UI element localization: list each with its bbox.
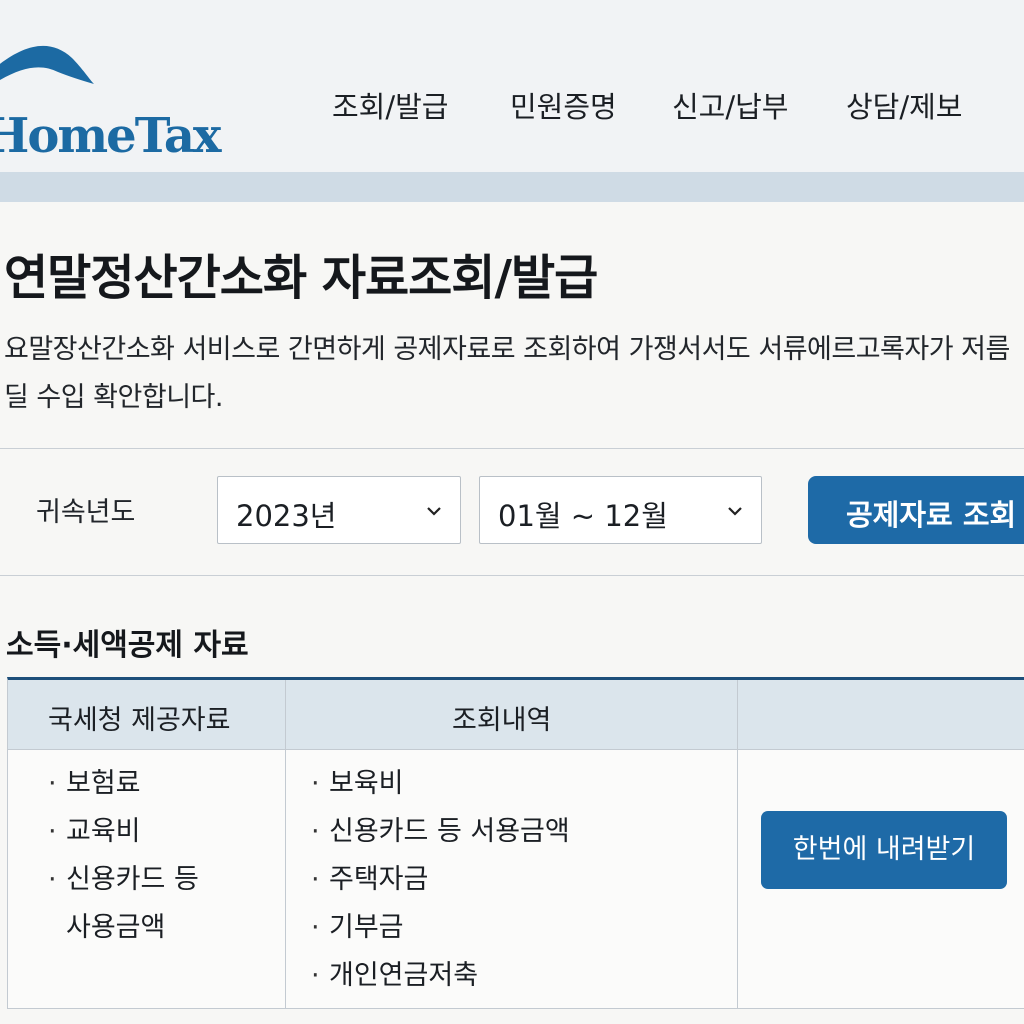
list-item: · 신용카드 등 서용금액 — [311, 816, 570, 847]
section-title: 소득·세액공제 자료 — [6, 628, 249, 663]
table-header-row: 국세청 제공자료 조회내역 — [8, 680, 1024, 750]
divider — [0, 575, 1024, 576]
search-deduction-button[interactable]: 공제자료 조회 — [808, 476, 1024, 544]
column-header-history: 조회내역 — [452, 705, 552, 736]
page-title: 연말정산간소화 자료조회/발급 — [4, 250, 598, 306]
year-select-value: 2023년 — [236, 499, 337, 533]
divider — [0, 448, 1024, 449]
header-divider-band — [0, 172, 1024, 202]
list-item: · 기부금 — [311, 912, 404, 943]
nav-item-inquiry[interactable]: 조회/발급 — [332, 84, 449, 126]
list-item: 사용금액 — [66, 912, 166, 943]
year-select[interactable]: 2023년 — [217, 476, 461, 544]
provided-list: · 보험료 · 교육비 · 신용카드 등 사용금액 — [48, 760, 199, 952]
column-divider — [285, 680, 286, 1008]
nav-item-certificates[interactable]: 민원증명 — [510, 84, 617, 126]
site-header: HomeTax 조회/발급 민원증명 신고/납부 상담/제보 — [0, 0, 1024, 172]
period-select-value: 01월 ~ 12월 — [498, 499, 668, 533]
period-select[interactable]: 01월 ~ 12월 — [479, 476, 762, 544]
page-description: 요말장산간소화 서비스로 간면하게 공제자료로 조회하여 가쟁서서도 서류에르고… — [4, 334, 1010, 413]
chevron-down-icon — [427, 507, 441, 516]
nav-item-filing[interactable]: 신고/납부 — [672, 84, 789, 126]
nav-item-consultation[interactable]: 상담/제보 — [846, 84, 963, 126]
main-nav: 조회/발급 민원증명 신고/납부 상담/제보 — [0, 84, 1024, 128]
download-all-button[interactable]: 한번에 내려받기 — [761, 811, 1007, 889]
list-item: · 교육비 — [48, 816, 141, 847]
list-item: · 보육비 — [311, 768, 404, 799]
list-item: · 개인연금저축 — [311, 960, 479, 991]
list-item: · 보험료 — [48, 768, 141, 799]
deduction-table: 국세청 제공자료 조회내역 · 보험료 · 교육비 · 신용카드 등 사용금액 · 보육… — [7, 677, 1024, 1009]
column-divider — [737, 680, 738, 1008]
column-header-provided: 국세청 제공자료 — [48, 705, 231, 736]
year-label: 귀속년도 — [36, 497, 136, 528]
list-item: · 신용카드 등 — [48, 864, 199, 895]
history-list: · 보육비 · 신용카드 등 서용금액 · 주택자금 · 기부금 · 개인연금저축 — [311, 760, 570, 1000]
chevron-down-icon — [728, 507, 742, 516]
list-item: · 주택자금 — [311, 864, 429, 895]
